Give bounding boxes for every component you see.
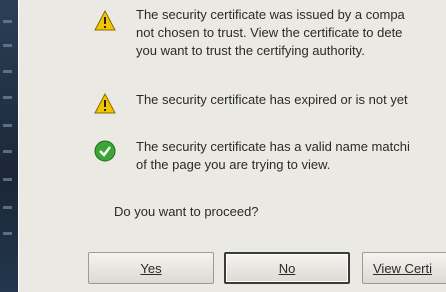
- no-button-label: No: [278, 260, 296, 276]
- message-line: The security certificate was issued by a…: [136, 7, 405, 22]
- message-line: The security certificate has a valid nam…: [136, 139, 410, 154]
- security-alert-dialog: The security certificate was issued by a…: [18, 0, 446, 292]
- valid-name-message: The security certificate has a valid nam…: [136, 138, 446, 174]
- view-certificate-button-label: View Certi: [373, 260, 433, 276]
- no-button[interactable]: No: [224, 252, 350, 284]
- message-line: you want to trust the certifying authori…: [136, 43, 365, 58]
- yes-button[interactable]: Yes: [88, 252, 214, 284]
- warning-message-expired: The security certificate has expired or …: [136, 91, 446, 109]
- warning-icon: [94, 93, 116, 114]
- desktop-edge: [0, 0, 18, 292]
- yes-button-label: Yes: [140, 260, 162, 276]
- view-certificate-button[interactable]: View Certi: [362, 252, 446, 284]
- check-icon: [94, 140, 116, 162]
- warning-message-untrusted-issuer: The security certificate was issued by a…: [136, 6, 446, 60]
- message-line: The security certificate has expired or …: [136, 92, 408, 107]
- proceed-question: Do you want to proceed?: [114, 204, 259, 219]
- message-line: not chosen to trust. View the certificat…: [136, 25, 403, 40]
- warning-icon: [94, 10, 116, 31]
- message-line: of the page you are trying to view.: [136, 157, 331, 172]
